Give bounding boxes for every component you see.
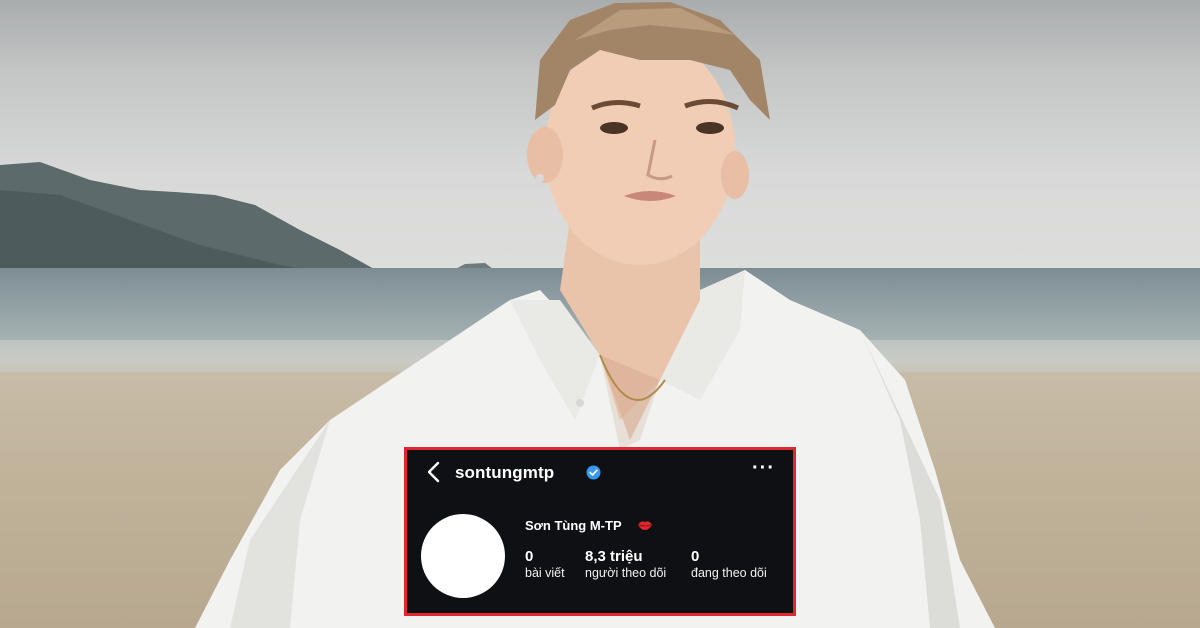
profile-header: sontungmtp ··· [407,450,793,494]
stat-label: bài viết [525,566,565,580]
stat-posts[interactable]: 0 bài viết [525,548,565,581]
chevron-left-icon[interactable] [425,461,443,483]
stat-value: 8,3 triệu [585,548,643,565]
stat-label: đang theo dõi [691,566,767,580]
lips-kiss-icon [638,521,652,530]
more-options-icon[interactable]: ··· [752,458,775,478]
stat-label: người theo dõi [585,566,667,580]
stat-value: 0 [525,548,534,565]
verified-badge-icon [586,465,601,480]
profile-display-name: Sơn Tùng M-TP [525,518,622,533]
profile-username: sontungmtp [455,463,555,482]
instagram-profile-card: sontungmtp ··· Sơn Tùng M-TP 0 bài viết … [404,447,796,616]
stat-following[interactable]: 0 đang theo dõi [691,548,767,581]
stat-followers[interactable]: 8,3 triệu người theo dõi [585,548,666,581]
avatar[interactable] [421,514,505,598]
stat-value: 0 [691,548,700,565]
